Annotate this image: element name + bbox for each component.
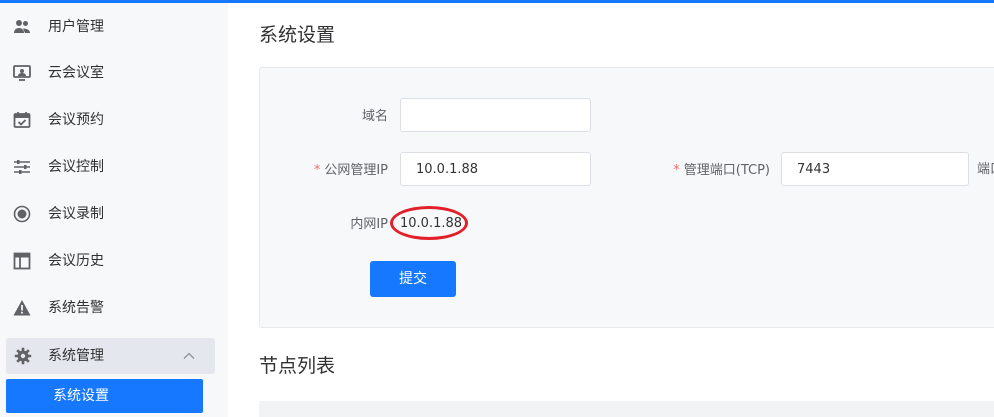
layout-icon	[13, 252, 31, 270]
node-table-header	[259, 401, 994, 417]
gear-icon	[14, 347, 32, 365]
required-mark: *	[673, 163, 680, 178]
submit-button[interactable]: 提交	[370, 261, 456, 297]
node-list-title: 节点列表	[259, 355, 336, 377]
sidebar-item-recording[interactable]: 会议录制	[0, 194, 228, 234]
users-icon	[14, 20, 30, 33]
page-title: 系统设置	[259, 24, 336, 46]
sidebar-item-label: 系统告警	[48, 300, 104, 316]
sidebar-item-users[interactable]: 用户管理	[0, 7, 228, 47]
sidebar-subitem-label: 系统设置	[53, 388, 109, 404]
sidebar-item-history[interactable]: 会议历史	[0, 241, 228, 281]
warning-icon	[13, 300, 31, 316]
sidebar-item-system-management[interactable]: 系统管理	[6, 338, 215, 374]
required-mark: *	[313, 163, 321, 178]
sidebar: 用户管理 云会议室 会议预约 会议控制 会议录制 会议历史 系统告警 系统管理 …	[0, 3, 228, 417]
port-input[interactable]	[781, 152, 969, 186]
domain-input[interactable]	[400, 98, 591, 132]
sidebar-item-alarms[interactable]: 系统告警	[0, 288, 228, 328]
port-suffix-label: 端口	[977, 162, 994, 177]
sidebar-item-label: 用户管理	[48, 19, 104, 35]
sidebar-item-label: 会议录制	[48, 206, 104, 222]
record-icon	[13, 205, 31, 223]
sidebar-item-label: 会议历史	[48, 253, 104, 269]
sidebar-item-label: 系统管理	[48, 348, 104, 364]
sidebar-item-booking[interactable]: 会议预约	[0, 100, 228, 140]
internal-ip-label: 内网IP	[350, 217, 388, 232]
sidebar-item-control[interactable]: 会议控制	[0, 147, 228, 187]
domain-label: 域名	[361, 109, 388, 124]
sidebar-item-label: 会议控制	[48, 159, 104, 175]
public-ip-label: * 公网管理IP	[313, 163, 388, 178]
sidebar-subitem-system-settings[interactable]: 系统设置	[6, 379, 203, 413]
chevron-up-icon	[183, 352, 195, 359]
port-label: * 管理端口(TCP)	[673, 163, 770, 178]
sliders-icon	[14, 160, 30, 174]
public-ip-input[interactable]	[400, 152, 591, 186]
annotation-circle	[390, 206, 468, 240]
meeting-room-icon	[13, 65, 31, 81]
sidebar-item-label: 会议预约	[48, 112, 104, 128]
calendar-check-icon	[13, 112, 31, 128]
sidebar-item-meeting-rooms[interactable]: 云会议室	[0, 53, 228, 93]
sidebar-item-label: 云会议室	[48, 65, 104, 81]
